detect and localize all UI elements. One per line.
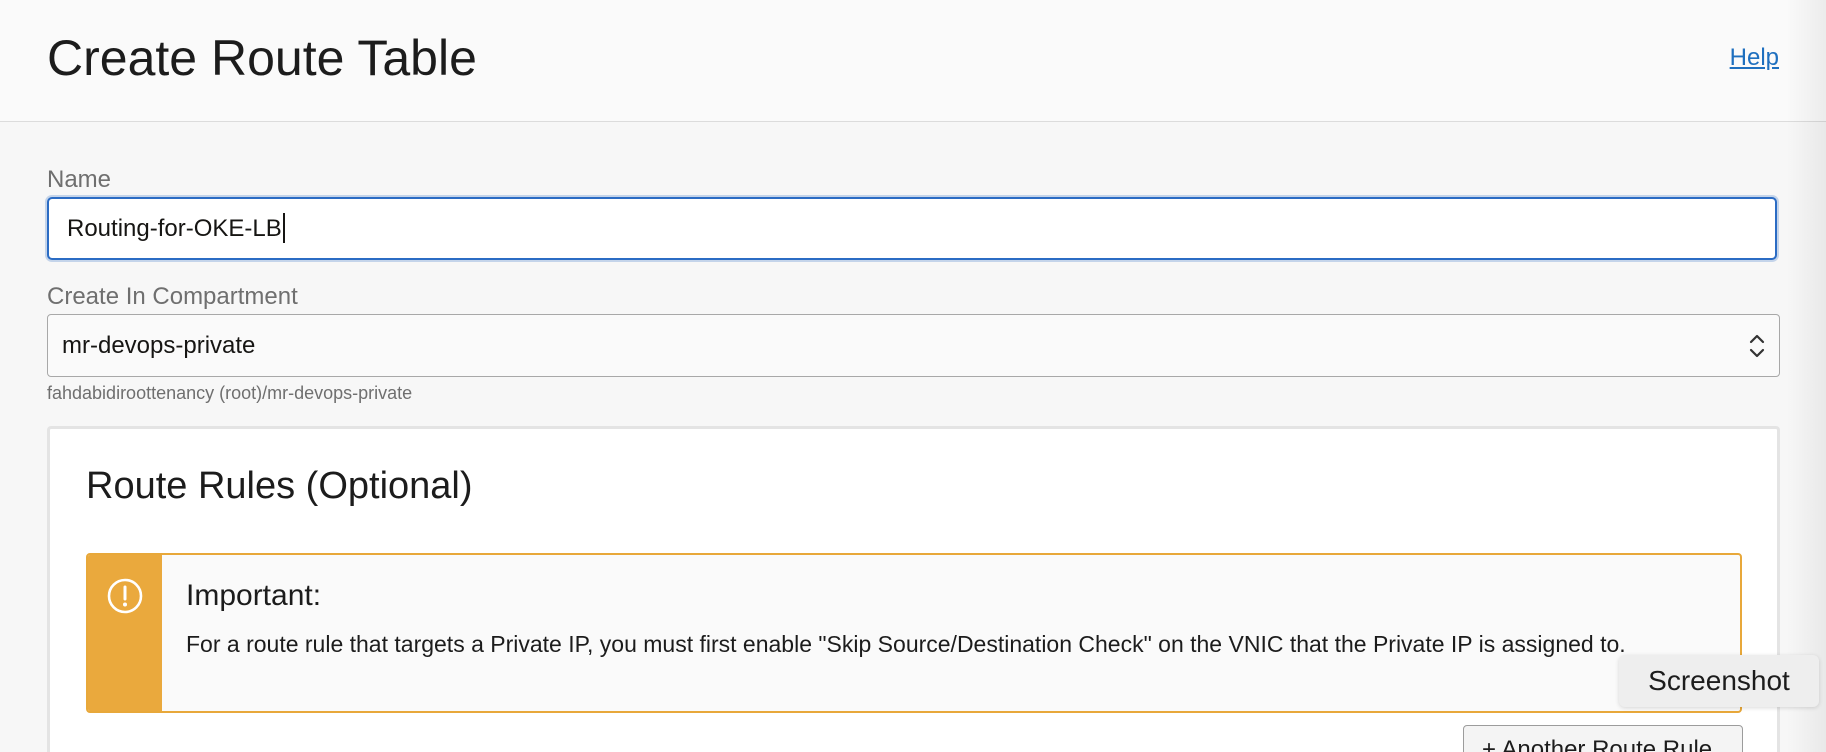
route-rules-title: Route Rules (Optional) [86,465,473,507]
add-route-rule-button[interactable]: + Another Route Rule [1463,725,1743,752]
compartment-path: fahdabidiroottenancy (root)/mr-devops-pr… [47,383,413,403]
exclamation-circle-icon [107,578,143,614]
text-caret [282,212,285,243]
compartment-select-value: mr-devops-private [62,332,256,359]
compartment-label: Create In Compartment [47,283,298,310]
alert-bar [88,555,162,711]
create-route-table-panel: Create Route Table Help Name Routing-for… [0,0,1826,752]
screenshot-button[interactable]: Screenshot [1619,655,1819,707]
compartment-select[interactable]: mr-devops-private [47,314,1780,377]
select-arrows-icon [1749,334,1765,358]
panel-header: Create Route Table Help [0,0,1826,122]
name-label: Name [47,166,112,193]
route-rules-card: Route Rules (Optional) Important: For a … [47,426,1780,752]
important-alert: Important: For a route rule that targets… [86,553,1742,713]
help-link[interactable]: Help [1730,44,1779,72]
alert-title: Important: [186,579,322,612]
alert-body: For a route rule that targets a Private … [186,631,1626,657]
name-input[interactable]: Routing-for-OKE-LB [47,197,1777,260]
page-title: Create Route Table [47,30,477,86]
name-input-value: Routing-for-OKE-LB [67,215,282,242]
